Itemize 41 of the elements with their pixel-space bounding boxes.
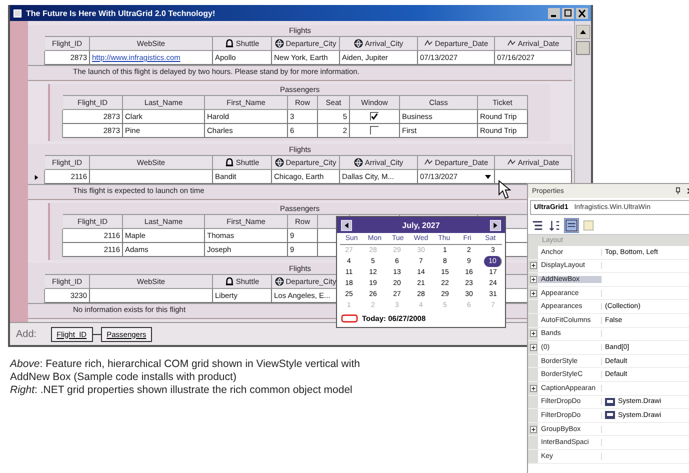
window-title: The Future Is Here With UltraGrid 2.0 Technology! xyxy=(26,8,216,18)
expand-icon[interactable] xyxy=(530,384,536,392)
caption-text: AddNew Box (Sample code installs with product) xyxy=(10,371,236,383)
close-icon[interactable] xyxy=(576,8,588,18)
expand-icon[interactable] xyxy=(530,290,536,297)
mouse-cursor-icon xyxy=(498,180,511,200)
add-label: Add: xyxy=(16,328,37,340)
globe-icon xyxy=(274,39,284,48)
maximize-icon[interactable] xyxy=(562,8,574,18)
month-title: July, 2027 xyxy=(402,220,440,230)
minimize-icon[interactable] xyxy=(548,8,560,18)
categorized-icon[interactable] xyxy=(531,219,544,232)
globe-icon xyxy=(274,158,284,167)
scroll-thumb[interactable] xyxy=(576,41,590,55)
properties-icon[interactable] xyxy=(565,219,578,232)
window-checkbox[interactable] xyxy=(370,112,379,121)
caption-text: Right: .NET grid properties shown illustrate the rich common object model xyxy=(10,384,352,396)
bell-icon xyxy=(224,277,234,286)
expand-icon[interactable] xyxy=(530,344,536,351)
dropdown-arrow-icon[interactable] xyxy=(484,172,492,180)
expand-icon[interactable] xyxy=(530,426,536,433)
previous-month-icon[interactable] xyxy=(341,220,352,230)
bell-icon xyxy=(224,158,234,167)
expand-icon[interactable] xyxy=(530,276,536,283)
next-month-icon[interactable] xyxy=(490,220,501,230)
current-row-arrow-icon xyxy=(34,174,38,180)
expand-icon[interactable] xyxy=(530,262,536,270)
globe-icon xyxy=(274,277,284,286)
pin-icon[interactable] xyxy=(674,187,682,195)
caption-text: Above: Feature rich, hierarchical COM grid shown in ViewStyle vertical with xyxy=(10,358,360,370)
globe-icon xyxy=(354,39,363,48)
image-swatch-icon xyxy=(605,411,615,420)
bell-icon xyxy=(224,39,234,48)
window-checkbox[interactable] xyxy=(370,126,379,135)
window-icon xyxy=(13,8,22,18)
sort-icon[interactable] xyxy=(548,219,561,232)
today-marker-icon xyxy=(341,314,358,323)
globe-icon xyxy=(354,158,363,167)
image-swatch-icon xyxy=(605,398,615,406)
scroll-up-icon[interactable] xyxy=(576,25,590,39)
expand-icon[interactable] xyxy=(530,330,536,338)
